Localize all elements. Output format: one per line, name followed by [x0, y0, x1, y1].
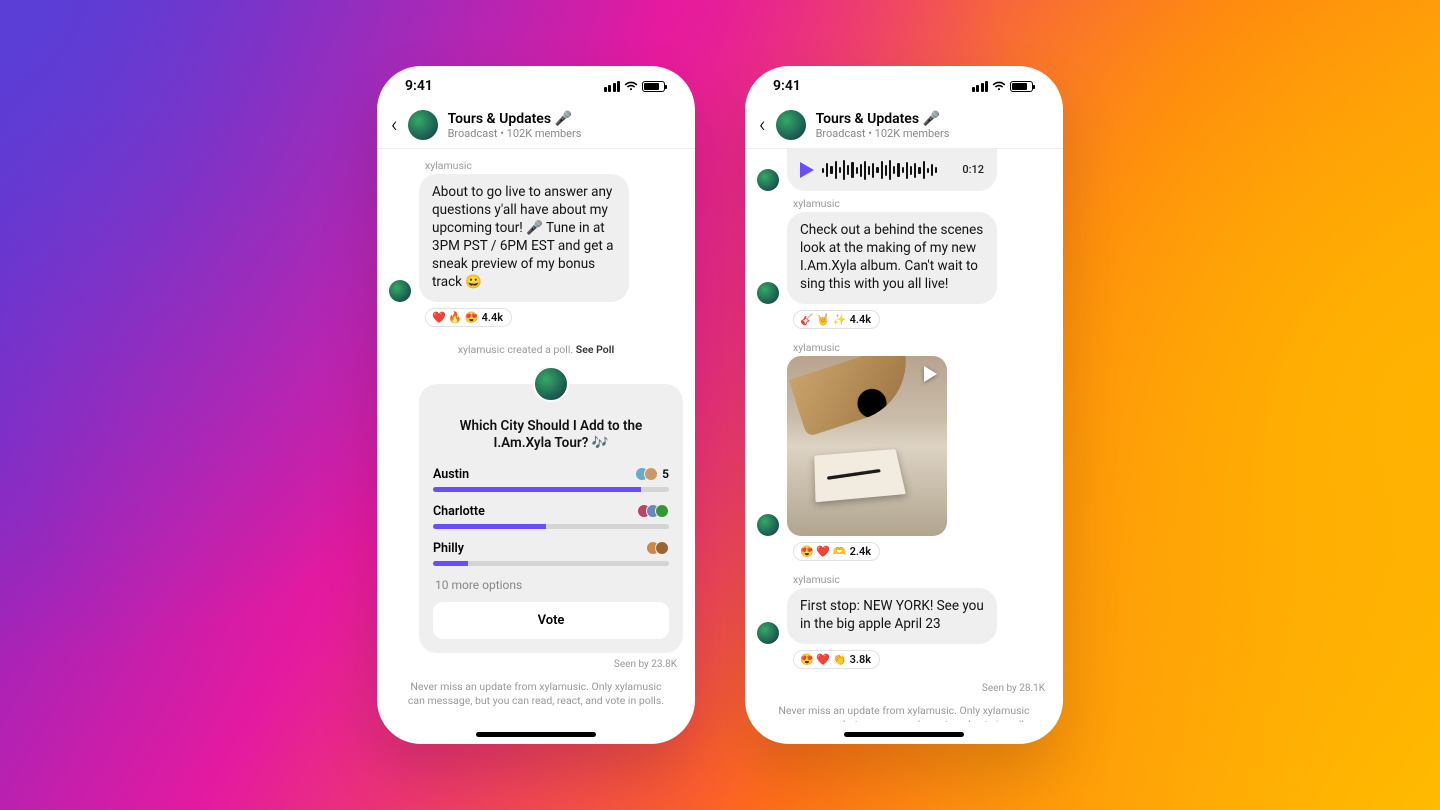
channel-footnote: Never miss an update from xylamusic. Onl… — [745, 694, 1063, 722]
sender-name: xylamusic — [793, 573, 1063, 586]
sender-avatar[interactable] — [757, 622, 779, 644]
play-icon[interactable] — [800, 162, 814, 178]
message-feed[interactable]: 0:12 xylamusic Check out a behind the sc… — [745, 149, 1063, 722]
guitar-graphic — [789, 356, 922, 437]
waveform-icon — [822, 159, 954, 181]
status-bar: 9:41 — [745, 66, 1063, 106]
header-text[interactable]: Tours & Updates 🎤 Broadcast • 102K membe… — [816, 111, 950, 140]
sender-name: xylamusic — [425, 159, 695, 172]
sender-avatar[interactable] — [757, 282, 779, 304]
channel-footnote: Never miss an update from xylamusic. Onl… — [377, 670, 695, 708]
poll-card: Which City Should I Add to the I.Am.Xyla… — [419, 384, 683, 653]
signal-icon — [972, 81, 989, 92]
signal-icon — [604, 81, 621, 92]
seen-by: Seen by 28.1K — [745, 677, 1063, 694]
message-bubble[interactable]: About to go live to answer any questions… — [419, 174, 629, 302]
back-button[interactable]: ‹ — [391, 113, 398, 138]
channel-subtitle: Broadcast • 102K members — [448, 127, 582, 140]
poll-option-name: Austin — [433, 467, 469, 482]
play-icon[interactable] — [924, 366, 937, 382]
reaction-pill[interactable]: 😍 ❤️ 🫶 2.4k — [793, 542, 880, 561]
reaction-pill[interactable]: 🎸 🤘 ✨ 4.4k — [793, 310, 880, 329]
notebook-graphic — [814, 449, 906, 502]
channel-subtitle: Broadcast • 102K members — [816, 127, 950, 140]
poll-voters — [646, 541, 669, 555]
status-bar: 9:41 — [377, 66, 695, 106]
reaction-emojis: 🎸 🤘 ✨ — [800, 313, 847, 326]
status-icons — [972, 81, 1034, 92]
reaction-count: 4.4k — [850, 313, 872, 326]
poll-created-notice: xylamusic created a poll. See Poll — [377, 343, 695, 356]
sender-name: xylamusic — [793, 341, 1063, 354]
status-time: 9:41 — [773, 78, 801, 94]
phone-left: 9:41 ‹ Tours & Updates 🎤 Broadcast • 102… — [377, 66, 695, 744]
poll-voters — [637, 504, 669, 518]
poll-question: Which City Should I Add to the I.Am.Xyla… — [433, 418, 669, 453]
poll-voters: 5 — [635, 467, 669, 481]
reaction-pill[interactable]: 😍 ❤️ 👏 3.8k — [793, 650, 880, 669]
message-row: 0:12 — [745, 155, 1063, 193]
battery-icon — [642, 81, 665, 92]
header-avatar[interactable] — [408, 110, 438, 140]
reaction-emojis: ❤️ 🔥 😍 — [432, 311, 479, 324]
status-icons — [604, 81, 666, 92]
see-poll-link[interactable]: See Poll — [576, 343, 614, 356]
chat-header: ‹ Tours & Updates 🎤 Broadcast • 102K mem… — [377, 106, 695, 149]
message-row — [745, 356, 1063, 538]
message-feed[interactable]: xylamusic About to go live to answer any… — [377, 149, 695, 722]
header-text[interactable]: Tours & Updates 🎤 Broadcast • 102K membe… — [448, 111, 582, 140]
reaction-emojis: 😍 ❤️ 👏 — [800, 653, 847, 666]
wifi-icon — [992, 81, 1006, 92]
chat-header: ‹ Tours & Updates 🎤 Broadcast • 102K mem… — [745, 106, 1063, 149]
reaction-count: 2.4k — [850, 545, 872, 558]
channel-title: Tours & Updates 🎤 — [448, 111, 582, 127]
audio-duration: 0:12 — [962, 163, 984, 178]
reaction-count: 4.4k — [482, 311, 504, 324]
poll-option-name: Philly — [433, 541, 464, 556]
poll-avatar — [533, 366, 569, 402]
battery-icon — [1010, 81, 1033, 92]
poll-option-name: Charlotte — [433, 504, 485, 519]
status-time: 9:41 — [405, 78, 433, 94]
message-bubble[interactable]: Check out a behind the scenes look at th… — [787, 212, 997, 304]
audio-message[interactable]: 0:12 — [787, 149, 997, 191]
header-avatar[interactable] — [776, 110, 806, 140]
home-indicator[interactable] — [844, 732, 964, 737]
poll-option[interactable]: Philly — [433, 541, 669, 566]
sender-name: xylamusic — [793, 197, 1063, 210]
phone-right: 9:41 ‹ Tours & Updates 🎤 Broadcast • 102… — [745, 66, 1063, 744]
message-row: About to go live to answer any questions… — [377, 174, 695, 304]
poll-option[interactable]: Charlotte — [433, 504, 669, 529]
poll-option[interactable]: Austin 5 — [433, 467, 669, 492]
reaction-pill[interactable]: ❤️ 🔥 😍 4.4k — [425, 308, 512, 327]
sender-avatar[interactable] — [757, 514, 779, 536]
back-button[interactable]: ‹ — [759, 113, 766, 138]
poll-bar — [433, 487, 669, 492]
vote-button[interactable]: Vote — [433, 602, 669, 639]
channel-title: Tours & Updates 🎤 — [816, 111, 950, 127]
seen-by: Seen by 23.8K — [377, 653, 695, 670]
sender-avatar[interactable] — [757, 169, 779, 191]
wifi-icon — [624, 81, 638, 92]
poll-bar — [433, 524, 669, 529]
poll-bar — [433, 561, 669, 566]
sender-avatar[interactable] — [389, 280, 411, 302]
video-message[interactable] — [787, 356, 947, 536]
message-row: Check out a behind the scenes look at th… — [745, 212, 1063, 306]
poll-more-options[interactable]: 10 more options — [435, 578, 669, 592]
message-row: First stop: NEW YORK! See you in the big… — [745, 588, 1063, 646]
home-indicator[interactable] — [476, 732, 596, 737]
reaction-count: 3.8k — [850, 653, 872, 666]
message-bubble[interactable]: First stop: NEW YORK! See you in the big… — [787, 588, 997, 644]
reaction-emojis: 😍 ❤️ 🫶 — [800, 545, 847, 558]
